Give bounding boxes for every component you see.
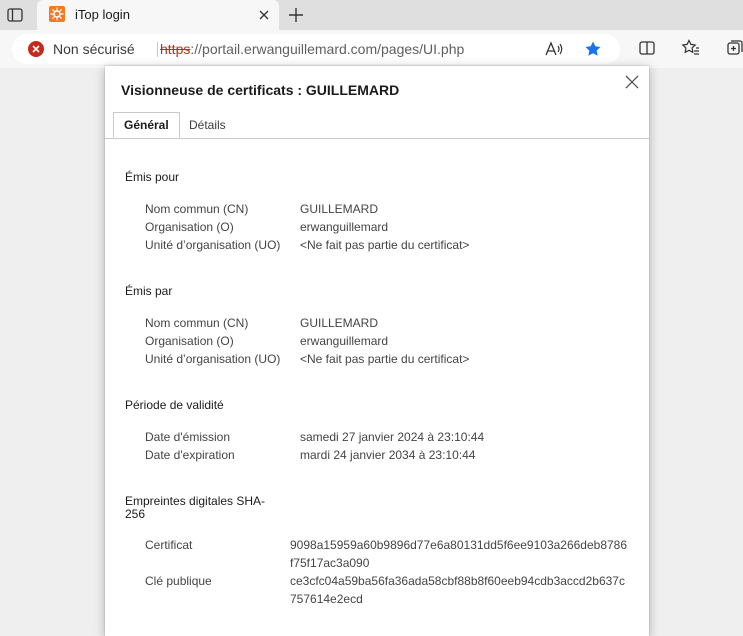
pubkey-fingerprint-label: Clé publique <box>145 574 212 588</box>
cert-fingerprint-label: Certificat <box>145 538 193 552</box>
issued-by-ou-label: Unité d’organisation (UO) <box>145 352 281 366</box>
url-text[interactable]: https://portail.erwanguillemard.com/page… <box>160 41 464 57</box>
dialog-tabs: Général Détails <box>105 112 649 139</box>
dialog-title: Visionneuse de certificats : GUILLEMARD <box>121 82 400 98</box>
expiry-date-value: mardi 24 janvier 2034 à 23:10:44 <box>300 448 476 462</box>
expiry-date-label: Date d'expiration <box>145 448 235 462</box>
issued-to-ou-label: Unité d’organisation (UO) <box>145 238 281 252</box>
issued-to-ou-value: <Ne fait pas partie du certificat> <box>300 238 470 252</box>
security-label[interactable]: Non sécurisé <box>53 41 135 57</box>
issued-by-o-value: erwanguillemard <box>300 334 389 348</box>
cert-fingerprint-value: 9098a15959a60b9896d77e6a80131dd5f6ee9103… <box>290 538 628 570</box>
fingerprints-heading: Empreintes digitales SHA- 256 <box>125 495 265 521</box>
issue-date-value: samedi 27 janvier 2024 à 23:10:44 <box>300 430 485 444</box>
issued-to-o-label: Organisation (O) <box>145 220 234 234</box>
tab-general[interactable]: Général <box>113 112 180 138</box>
collections-icon[interactable] <box>725 38 743 58</box>
issued-to-cn-label: Nom commun (CN) <box>145 202 249 216</box>
certificate-viewer-dialog: Visionneuse de certificats : GUILLEMARD … <box>105 66 649 636</box>
browser-tab[interactable]: iTop login <box>37 0 279 30</box>
close-icon[interactable] <box>624 74 640 90</box>
favorites-list-icon[interactable] <box>681 38 701 58</box>
tab-strip: iTop login <box>0 0 743 30</box>
issued-by-heading: Émis par <box>125 284 173 298</box>
tab-title: iTop login <box>75 7 130 22</box>
tab-close-icon[interactable] <box>255 6 273 24</box>
url-scheme: https <box>160 41 191 57</box>
validity-heading: Période de validité <box>125 398 224 412</box>
issued-by-cn-value: GUILLEMARD <box>300 316 379 330</box>
split-screen-icon[interactable] <box>637 38 657 58</box>
issue-date-label: Date d'émission <box>145 430 230 444</box>
issued-by-o-label: Organisation (O) <box>145 334 234 348</box>
issued-by-cn-label: Nom commun (CN) <box>145 316 249 330</box>
favorite-star-icon[interactable] <box>584 40 602 58</box>
browser-toolbar: Non sécurisé https://portail.erwanguille… <box>0 30 743 68</box>
tab-actions-icon[interactable] <box>6 6 24 24</box>
issued-to-heading: Émis pour <box>125 170 180 184</box>
fingerprints-heading-line1: Empreintes digitales SHA- <box>125 494 266 508</box>
fingerprints-heading-line2: 256 <box>125 507 146 521</box>
pubkey-fingerprint-value: ce3cfc04a59ba56fa36ada58cbf88b8f60eeb94c… <box>290 574 625 606</box>
issued-to-o-value: erwanguillemard <box>300 220 389 234</box>
tab-details[interactable]: Détails <box>179 112 236 138</box>
issued-to-cn-value: GUILLEMARD <box>300 202 379 216</box>
itop-favicon-icon <box>49 6 65 22</box>
issued-by-ou-value: <Ne fait pas partie du certificat> <box>300 352 470 366</box>
url-rest: ://portail.erwanguillemard.com/pages/UI.… <box>190 41 465 57</box>
address-separator <box>157 42 158 57</box>
new-tab-plus-icon[interactable] <box>286 5 306 25</box>
not-secure-icon[interactable] <box>28 41 44 57</box>
read-aloud-icon[interactable] <box>545 41 563 57</box>
address-bar[interactable]: Non sécurisé https://portail.erwanguille… <box>12 34 620 64</box>
